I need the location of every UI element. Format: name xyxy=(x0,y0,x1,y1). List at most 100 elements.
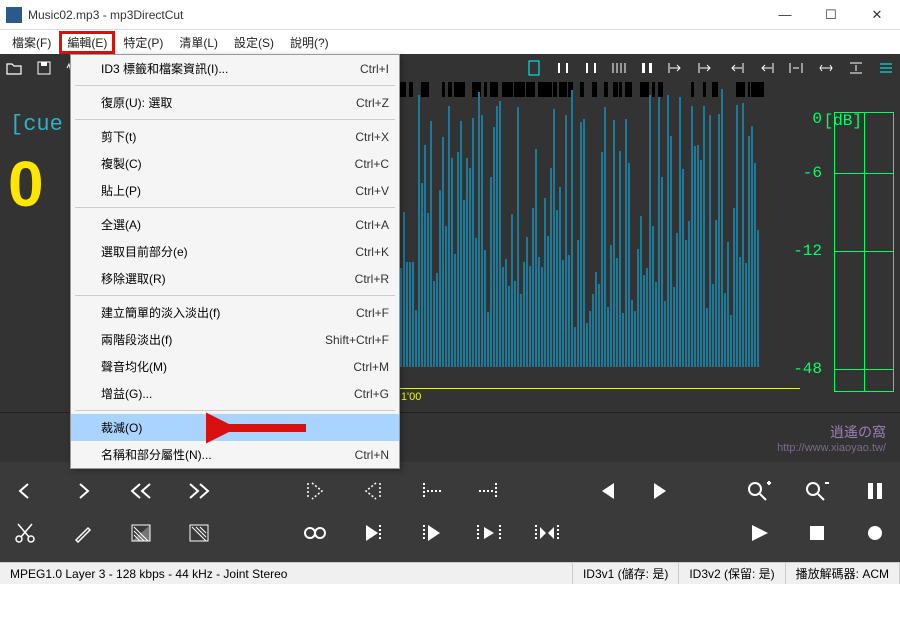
menu-item-shortcut: Ctrl+X xyxy=(355,130,389,144)
menu-item-label: 移除選取(R) xyxy=(101,270,355,287)
menu-item-shortcut: Ctrl+C xyxy=(355,157,389,171)
menu-item-label: 建立簡單的淡入淡出(f) xyxy=(101,304,356,321)
menu-item[interactable]: 選取目前部分(e)Ctrl+K xyxy=(71,238,399,265)
menu-item[interactable]: 貼上(P)Ctrl+V xyxy=(71,177,399,204)
status-id3v1: ID3v1 (儲存: 是) xyxy=(573,563,679,584)
sel-end-button[interactable] xyxy=(358,476,388,506)
menu-item[interactable]: 名稱和部分屬性(N)...Ctrl+N xyxy=(71,441,399,468)
menu-item-label: 複製(C) xyxy=(101,155,355,172)
app-icon xyxy=(6,7,22,23)
titlebar: Music02.mp3 - mp3DirectCut — ☐ ✕ xyxy=(0,0,900,30)
play-edges-button[interactable] xyxy=(532,518,562,548)
fade-a-button[interactable] xyxy=(126,518,156,548)
menu-separator xyxy=(75,410,395,411)
watermark: 逍遙の窩 http://www.xiaoyao.tw/ xyxy=(777,422,886,454)
menu-item-label: 選取目前部分(e) xyxy=(101,243,355,260)
doc-icon[interactable] xyxy=(526,60,542,76)
rewind-button[interactable] xyxy=(126,476,156,506)
marker-group xyxy=(556,61,654,75)
menu-item[interactable]: 復原(U): 選取Ctrl+Z xyxy=(71,89,399,116)
menu-item[interactable]: 移除選取(R)Ctrl+R xyxy=(71,265,399,292)
menu-edit[interactable]: 編輯(E) xyxy=(59,31,115,54)
cue4-icon[interactable] xyxy=(758,61,774,75)
maximize-button[interactable]: ☐ xyxy=(808,0,854,30)
db-12: -12 xyxy=(793,242,822,260)
skip-next-button[interactable] xyxy=(648,476,678,506)
menu-item[interactable]: 聲音均化(M)Ctrl+M xyxy=(71,353,399,380)
ffwd-button[interactable] xyxy=(184,476,214,506)
minimize-button[interactable]: — xyxy=(762,0,808,30)
edit-button[interactable] xyxy=(68,518,98,548)
cue2-icon[interactable] xyxy=(698,61,714,75)
menu-item-shortcut: Ctrl+M xyxy=(353,360,389,374)
step-fwd-button[interactable] xyxy=(68,476,98,506)
menu-item[interactable]: 建立簡單的淡入淡出(f)Ctrl+F xyxy=(71,299,399,326)
zoom-out-button[interactable] xyxy=(802,476,832,506)
zoom-in-button[interactable] xyxy=(744,476,774,506)
marker2-icon[interactable] xyxy=(584,61,598,75)
menu-separator xyxy=(75,207,395,208)
menu-item-shortcut: Ctrl+F xyxy=(356,306,389,320)
menu-list[interactable]: 清單(L) xyxy=(171,32,226,53)
stop-button[interactable] xyxy=(802,518,832,548)
status-decoder: 播放解碼器: ACM xyxy=(786,563,900,584)
close-button[interactable]: ✕ xyxy=(854,0,900,30)
goto-end-button[interactable] xyxy=(474,476,504,506)
menu-separator xyxy=(75,119,395,120)
cue1-icon[interactable] xyxy=(668,61,684,75)
sel-begin-button[interactable] xyxy=(300,476,330,506)
transport-controls xyxy=(0,462,900,562)
play-sel-button[interactable] xyxy=(358,518,388,548)
fade-b-button[interactable] xyxy=(184,518,214,548)
scroll-h-icon[interactable] xyxy=(848,61,864,75)
edit-menu-dropdown[interactable]: ID3 標籤和檔案資訊(I)...Ctrl+I 復原(U): 選取Ctrl+Z 剪下… xyxy=(70,54,400,469)
menu-help[interactable]: 說明(?) xyxy=(282,32,337,53)
marker1-icon[interactable] xyxy=(556,61,570,75)
cue3-icon[interactable] xyxy=(728,61,744,75)
db-bar: 0.0 xyxy=(834,112,894,392)
menu-item[interactable]: 剪下(t)Ctrl+X xyxy=(71,123,399,150)
menu-item-label: ID3 標籤和檔案資訊(I)... xyxy=(101,60,360,77)
goto-begin-button[interactable] xyxy=(416,476,446,506)
menu-settings[interactable]: 設定(S) xyxy=(226,32,282,53)
list-icon[interactable] xyxy=(878,61,894,75)
menu-item-shortcut: Ctrl+Z xyxy=(356,96,389,110)
loop-button[interactable] xyxy=(300,518,330,548)
step-back-button[interactable] xyxy=(10,476,40,506)
play-region-button[interactable] xyxy=(474,518,504,548)
skip-prev-button[interactable] xyxy=(590,476,620,506)
menu-item-label: 全選(A) xyxy=(101,216,355,233)
left-panel: [cue 0 xyxy=(0,82,70,412)
menu-special[interactable]: 特定(P) xyxy=(115,32,171,53)
menu-item[interactable]: 複製(C)Ctrl+C xyxy=(71,150,399,177)
menu-item[interactable]: 增益(G)...Ctrl+G xyxy=(71,380,399,407)
record-button[interactable] xyxy=(860,518,890,548)
menu-separator xyxy=(75,295,395,296)
cue-label: [cue xyxy=(10,112,63,137)
scroll-v-icon[interactable] xyxy=(788,61,804,75)
play-button[interactable] xyxy=(744,518,774,548)
menu-item-label: 裁減(O) xyxy=(101,419,389,436)
menubar: 檔案(F)編輯(E)特定(P)清單(L)設定(S)說明(?) xyxy=(0,30,900,54)
play-from-button[interactable] xyxy=(416,518,446,548)
menu-item-label: 聲音均化(M) xyxy=(101,358,353,375)
status-codec: MPEG1.0 Layer 3 - 128 kbps - 44 kHz - Jo… xyxy=(0,563,573,584)
save-icon[interactable] xyxy=(36,60,52,76)
stretch-icon[interactable] xyxy=(818,61,834,75)
menu-file[interactable]: 檔案(F) xyxy=(4,32,59,53)
menu-item[interactable]: 裁減(O) xyxy=(71,414,399,441)
open-icon[interactable] xyxy=(6,60,22,76)
menu-item[interactable]: ID3 標籤和檔案資訊(I)...Ctrl+I xyxy=(71,55,399,82)
pause-icon[interactable] xyxy=(640,61,654,75)
menu-item-shortcut: Ctrl+G xyxy=(354,387,389,401)
cue-group xyxy=(668,61,774,75)
menu-item-shortcut: Ctrl+V xyxy=(355,184,389,198)
status-id3v2: ID3v2 (保留: 是) xyxy=(679,563,785,584)
menu-item[interactable]: 全選(A)Ctrl+A xyxy=(71,211,399,238)
cut-button[interactable] xyxy=(10,518,40,548)
pause-display-button[interactable] xyxy=(860,476,890,506)
menu-item[interactable]: 兩階段淡出(f)Shift+Ctrl+F xyxy=(71,326,399,353)
statusbar: MPEG1.0 Layer 3 - 128 kbps - 44 kHz - Jo… xyxy=(0,562,900,584)
menu-item-label: 貼上(P) xyxy=(101,182,355,199)
marker3-icon[interactable] xyxy=(612,61,626,75)
